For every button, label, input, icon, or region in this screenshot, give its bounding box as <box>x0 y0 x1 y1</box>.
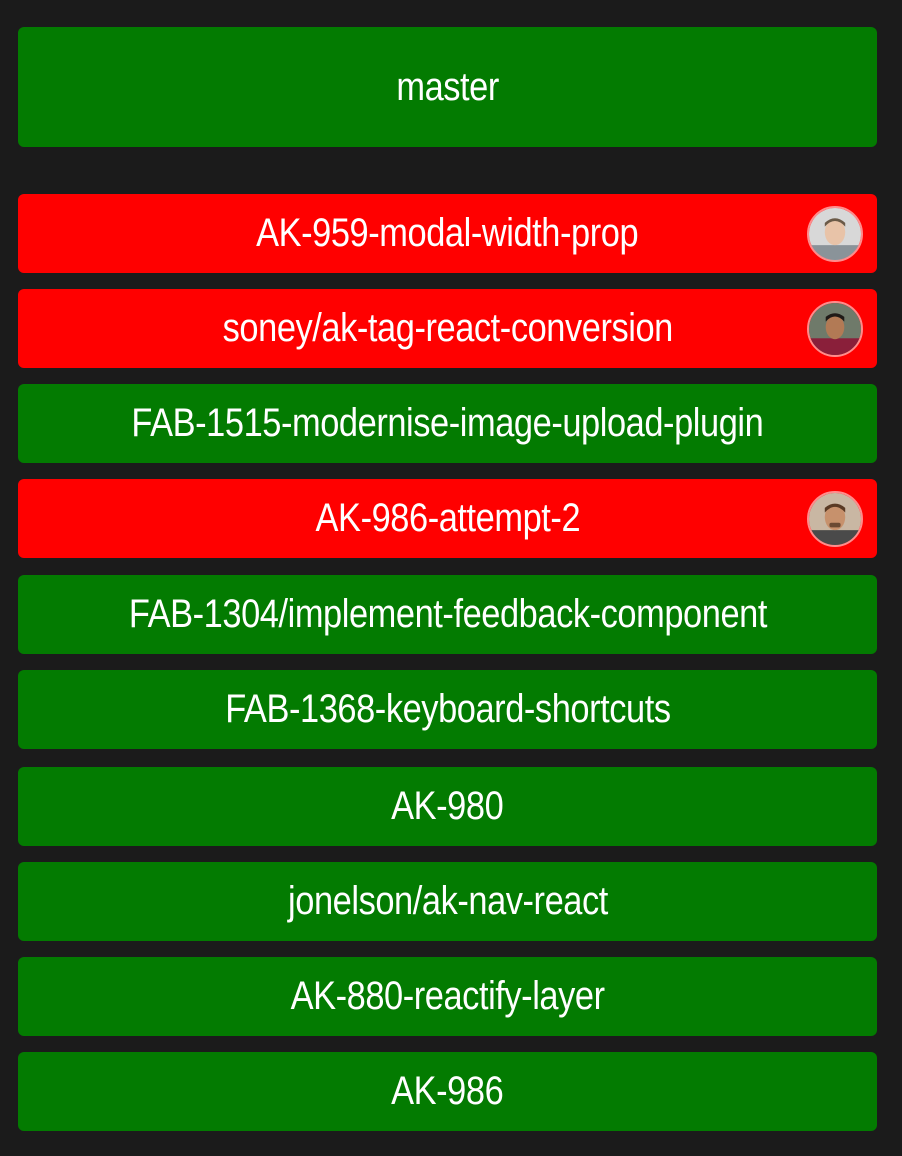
branch-status-board: master AK-959-modal-width-prop soney/ak-… <box>0 0 902 1156</box>
branch-label: FAB-1368-keyboard-shortcuts <box>224 687 671 731</box>
branch-card-master[interactable]: master <box>18 27 877 147</box>
branch-label: soney/ak-tag-react-conversion <box>222 306 673 350</box>
branch-card[interactable]: AK-986-attempt-2 <box>18 479 877 558</box>
branch-label: AK-880-reactify-layer <box>290 974 605 1018</box>
branch-card[interactable]: FAB-1304/implement-feedback-component <box>18 575 877 654</box>
branch-card[interactable]: AK-959-modal-width-prop <box>18 194 877 273</box>
user-avatar-icon <box>807 300 863 357</box>
branch-card[interactable]: jonelson/ak-nav-react <box>18 862 877 941</box>
branch-label: AK-980 <box>391 784 504 828</box>
branch-card[interactable]: soney/ak-tag-react-conversion <box>18 289 877 368</box>
user-avatar-icon <box>807 490 863 547</box>
branch-label: FAB-1304/implement-feedback-component <box>128 592 767 636</box>
branch-label: master <box>396 64 499 109</box>
branch-card[interactable]: AK-880-reactify-layer <box>18 957 877 1036</box>
branch-card[interactable]: AK-986 <box>18 1052 877 1131</box>
branch-label: FAB-1515-modernise-image-upload-plugin <box>131 401 764 445</box>
branch-card[interactable]: FAB-1515-modernise-image-upload-plugin <box>18 384 877 463</box>
branch-card[interactable]: AK-980 <box>18 767 877 846</box>
branch-card[interactable]: FAB-1368-keyboard-shortcuts <box>18 670 877 749</box>
user-avatar-icon <box>807 205 863 262</box>
branch-label: AK-986 <box>391 1069 504 1113</box>
branch-label: AK-986-attempt-2 <box>315 496 580 540</box>
branch-label: AK-959-modal-width-prop <box>256 211 639 255</box>
branch-label: jonelson/ak-nav-react <box>287 879 608 923</box>
